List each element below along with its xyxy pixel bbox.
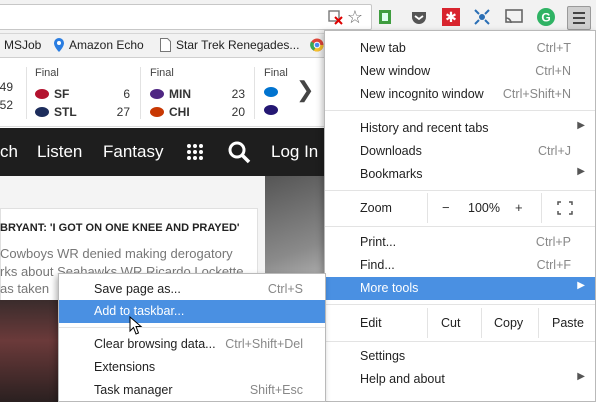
svg-text:G: G	[541, 11, 550, 25]
menu-settings[interactable]: Settings	[325, 345, 595, 368]
menu-help[interactable]: Help and about ▶	[325, 368, 595, 391]
nav-item-login[interactable]: Log In	[271, 142, 318, 162]
chevron-right-icon: ▶	[577, 280, 585, 291]
chrome-icon[interactable]	[310, 38, 324, 52]
menu-edit-row: Edit Cut Copy Paste	[325, 308, 595, 338]
zoom-level: 100%	[468, 201, 500, 215]
page-icon	[160, 38, 171, 52]
menu-history[interactable]: History and recent tabs ▶	[325, 117, 595, 140]
chevron-right-icon: ▶	[577, 371, 585, 382]
team-logo	[264, 105, 278, 115]
search-icon[interactable]	[227, 140, 251, 167]
nav-item-listen[interactable]: Listen	[37, 142, 82, 162]
nav-item-fantasy[interactable]: Fantasy	[103, 142, 163, 162]
menu-zoom-row: Zoom − 100% +	[325, 193, 595, 223]
video-thumbnail[interactable]	[0, 300, 58, 402]
nav-item-search[interactable]: ch	[0, 142, 18, 162]
chevron-right-icon: ▶	[577, 120, 585, 131]
cut-button[interactable]: Cut	[441, 316, 460, 330]
map-pin-icon	[54, 38, 64, 52]
zoom-out-button[interactable]: −	[442, 200, 450, 215]
chevron-right-icon: ▶	[577, 166, 585, 177]
chrome-main-menu: New tab Ctrl+T New window Ctrl+N New inc…	[324, 30, 596, 402]
bookmark-item[interactable]: Amazon Echo	[54, 38, 144, 52]
star-icon[interactable]: ☆	[344, 6, 366, 28]
bookmark-item[interactable]: MSJob	[4, 38, 41, 52]
game-score[interactable]: 49 52	[0, 59, 20, 127]
cast-icon[interactable]	[503, 6, 525, 28]
menu-new-incognito[interactable]: New incognito window Ctrl+Shift+N	[325, 83, 595, 106]
game-score[interactable]: Final MIN 23 CHI 20	[150, 59, 245, 127]
blocked-flash-icon[interactable]	[324, 6, 346, 28]
more-tools-submenu: Save page as... Ctrl+S Add to taskbar...…	[58, 273, 326, 402]
menu-find[interactable]: Find... Ctrl+F	[325, 254, 595, 277]
grammarly-icon[interactable]: G	[535, 6, 557, 28]
menu-more-tools[interactable]: More tools ▶	[325, 277, 595, 300]
browser-toolbar: ☆ ✱ G	[0, 0, 596, 34]
article-text: Cowboys WR denied making derogatory	[0, 246, 233, 261]
team-logo	[35, 89, 49, 99]
team-logo	[150, 89, 164, 99]
bookmark-item[interactable]: Star Trek Renegades...	[160, 38, 299, 52]
game-score[interactable]: Final	[264, 59, 294, 127]
fullscreen-icon[interactable]	[557, 201, 573, 215]
address-bar[interactable]	[0, 4, 372, 30]
paste-button[interactable]: Paste	[552, 316, 584, 330]
menu-bookmarks[interactable]: Bookmarks ▶	[325, 163, 595, 186]
zoom-in-button[interactable]: +	[515, 200, 523, 215]
site-nav: ch Listen Fantasy Log In	[0, 128, 330, 176]
chevron-right-icon[interactable]: ❯	[296, 77, 314, 103]
menu-add-to-taskbar[interactable]: Add to taskbar...	[59, 300, 325, 323]
extension-green-icon[interactable]	[374, 6, 396, 28]
menu-save-page[interactable]: Save page as... Ctrl+S	[59, 278, 325, 301]
menu-print[interactable]: Print... Ctrl+P	[325, 231, 595, 254]
menu-task-manager[interactable]: Task manager Shift+Esc	[59, 379, 325, 402]
game-score[interactable]: Final SF 6 STL 27	[35, 59, 131, 127]
article-text: as taken	[0, 281, 50, 296]
team-logo	[264, 87, 278, 97]
svg-text:✱: ✱	[445, 10, 457, 26]
pocket-icon[interactable]	[408, 6, 430, 28]
menu-clear-browsing-data[interactable]: Clear browsing data... Ctrl+Shift+Del	[59, 333, 325, 356]
chrome-menu-icon[interactable]	[567, 6, 591, 30]
menu-extensions[interactable]: Extensions	[59, 356, 325, 379]
menu-new-window[interactable]: New window Ctrl+N	[325, 60, 595, 83]
menu-new-tab[interactable]: New tab Ctrl+T	[325, 37, 595, 60]
scores-strip: 49 52 Final SF 6 STL 27 Final MIN 23 CHI 20 …	[0, 59, 330, 127]
copy-button[interactable]: Copy	[494, 316, 523, 330]
extension-red-icon[interactable]: ✱	[440, 6, 462, 28]
article-headline[interactable]: BRYANT: 'I GOT ON ONE KNEE AND PRAYED'	[0, 222, 240, 234]
team-logo	[35, 107, 49, 117]
menu-downloads[interactable]: Downloads Ctrl+J	[325, 140, 595, 163]
grid-icon[interactable]	[186, 143, 204, 164]
satellite-icon[interactable]	[471, 6, 493, 28]
team-logo	[150, 107, 164, 117]
mouse-cursor-icon	[129, 316, 143, 335]
